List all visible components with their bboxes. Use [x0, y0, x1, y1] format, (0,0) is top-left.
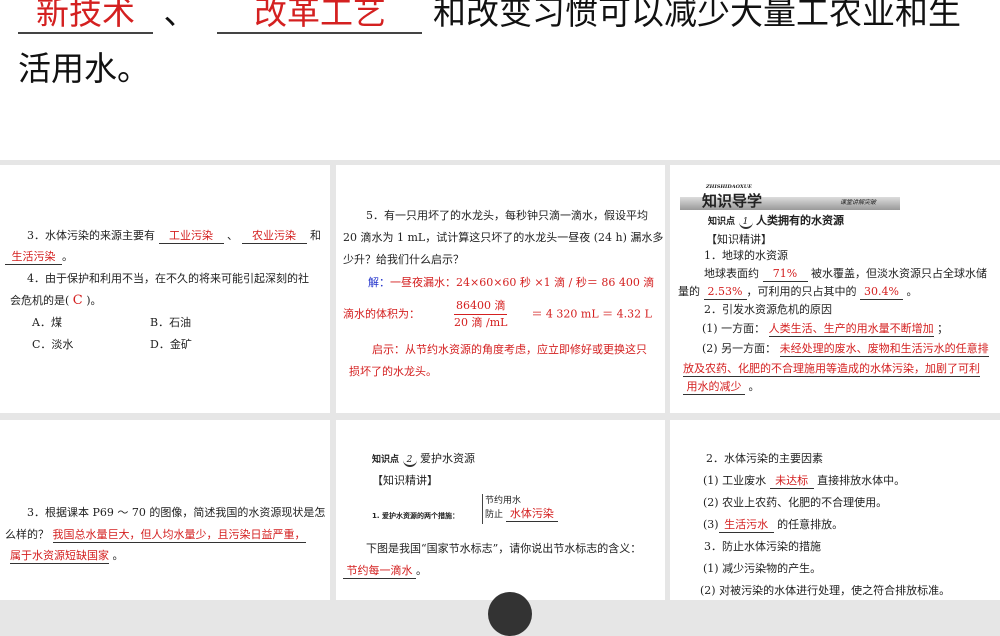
text: )。 — [86, 294, 102, 307]
section-heading: 【知识精讲】 — [372, 474, 438, 487]
text: 3．根据课本 P69 ～ 70 的图像，简述我国的水资源现状是怎 — [27, 506, 326, 519]
text: 。 — [416, 564, 427, 577]
fraction: 86400 滴 20 滴 /mL — [454, 298, 508, 331]
numerator: 86400 滴 — [454, 298, 508, 315]
banner-right-text: 课堂讲解突破 — [840, 199, 877, 206]
measure-1: 节约用水 — [485, 496, 522, 506]
slide-water-pollution: 2．水体污染的主要因素 (1) 工业废水 未达标 直接排放水体中。 (2) 农业… — [670, 420, 1000, 600]
answer-blank: 71% — [762, 267, 808, 282]
text: (2) 另一方面： — [702, 342, 777, 355]
answer-blank: 未经处理的废水、废物和生活污水的任意排 — [779, 342, 989, 357]
top-line-2: 活用水。 — [18, 49, 150, 88]
knowledge-point-title: 爱护水资源 — [420, 452, 476, 465]
slide-question-5: 5．有一只用坏了的水龙头，每秒钟只滴一滴水，假设平均 20 滴水为 1 mL，试… — [336, 165, 665, 413]
knowledge-point-number: 1 — [738, 215, 753, 229]
answer-blank: 水体污染 — [505, 507, 558, 522]
answer-blank: 我国总水量巨大，但人均水量少，且污染日益严重， — [52, 528, 306, 543]
water-saving-logo — [488, 592, 532, 636]
text: 和 — [310, 229, 321, 242]
solution-text: 滴水的体积为： — [343, 307, 420, 321]
text: ，可利用的只占其中的 — [746, 285, 857, 298]
text: 和改变习惯可以减少大量工农业和生 — [432, 0, 961, 32]
knowledge-point-label: 知识点 — [372, 455, 400, 465]
knowledge-point-number: 2 — [402, 453, 417, 467]
text: 会危机的是( — [10, 294, 70, 307]
text: 直接排放水体中。 — [817, 474, 906, 487]
slide-knowledge-2: 知识点 2 爱护水资源 【知识精讲】 1. 爱护水资源的两个措施： 节约用水 防… — [336, 420, 665, 636]
solution-label: 解： — [368, 276, 390, 289]
text: 被水覆盖，但淡水资源只占全球水储 — [811, 267, 987, 280]
answer-blank: 农业污染 — [241, 229, 307, 244]
separator: 、 — [163, 0, 197, 32]
section-banner: ZHISHIDAOXUE 知识导学 课堂讲解突破 — [680, 184, 900, 211]
solution-result: ＝ 4 320 mL ＝ 4.32 L — [531, 307, 652, 321]
answer-blank: 新技术 — [18, 0, 153, 34]
answer-blank: 人类生活、生产的用水量不断增加 — [768, 322, 934, 337]
text: 20 滴水为 1 mL，试计算这只坏了的水龙头一昼夜 (24 h) 漏水多 — [343, 231, 664, 244]
option-c: C．淡水 — [32, 338, 74, 351]
top-slide: 新技术 、 改革工艺 和改变习惯可以减少大量工农业和生 活用水。 — [0, 0, 1000, 160]
answer-blank: 工业污染 — [158, 229, 224, 244]
text: 地球表面约 — [704, 267, 759, 280]
hint-text: 损坏了的水龙头。 — [349, 365, 437, 378]
measure-2-text: 防止 — [485, 510, 504, 520]
knowledge-point-title: 人类拥有的水资源 — [756, 214, 845, 227]
slide-knowledge-1: ZHISHIDAOXUE 知识导学 课堂讲解突破 知识点 1 人类拥有的水资源 … — [670, 165, 1000, 413]
text: (2) 对被污染的水体进行处理，使之符合排放标准。 — [700, 584, 951, 597]
answer-blank: 2.53% — [703, 285, 747, 300]
text: 量的 — [678, 285, 700, 298]
answer-blank: 生活污染 — [5, 250, 62, 265]
text: 。 — [62, 250, 73, 263]
text: 。 — [112, 549, 124, 562]
text: 么样的？ — [5, 528, 49, 541]
text: (1) 一方面： — [702, 322, 766, 335]
text: 、 — [227, 229, 238, 242]
top-line-1: 新技术 、 改革工艺 和改变习惯可以减少大量工农业和生 — [18, 0, 961, 46]
text: 。 — [748, 380, 760, 393]
measures-label: 1. 爱护水资源的两个措施： — [372, 512, 459, 520]
text: 少升？给我们什么启示？ — [343, 253, 464, 266]
answer-blank: 未达标 — [769, 474, 814, 489]
text: 的任意排放。 — [777, 518, 844, 531]
knowledge-point-label: 知识点 — [708, 217, 736, 227]
text: (1) 减少污染物的产生。 — [703, 562, 822, 575]
banner-subtitle: ZHISHIDAOXUE — [706, 184, 752, 190]
banner-title: 知识导学 — [702, 192, 763, 210]
answer-blank: 生活污水 — [718, 518, 774, 533]
text: 4．由于保护和利用不当，在不久的将来可能引起深刻的社 — [27, 272, 309, 285]
answer: C — [72, 293, 83, 308]
slide-question-3-4: 3．水体污染的来源主要有 工业污染 、 农业污染 和 生活污染。 4．由于保护和… — [0, 165, 330, 413]
answer-blank: 放及农药、化肥的不合理施用等造成的水体污染，加剧了可利 — [683, 362, 980, 377]
text: 5．有一只用坏了的水龙头，每秒钟只滴一滴水，假设平均 — [366, 209, 648, 222]
answer-blank: 用水的减少 — [683, 380, 745, 395]
text: 3．水体污染的来源主要有 — [27, 229, 155, 242]
denominator: 20 滴 /mL — [454, 316, 508, 329]
answer-blank: 改革工艺 — [217, 0, 423, 34]
answer-blank: 30.4% — [860, 285, 903, 300]
option-d: D．金矿 — [150, 338, 192, 351]
text: (2) 农业上农药、化肥的不合理使用。 — [703, 496, 888, 509]
hint-text: 启示：从节约水资源的角度考虑，应立即修好或更换这只 — [372, 343, 647, 356]
answer-blank: 属于水资源短缺国家 — [10, 549, 109, 564]
answer-blank: 节约每一滴水 — [343, 564, 416, 579]
option-a: A．煤 — [32, 316, 62, 329]
text: (1) 工业废水 — [703, 474, 767, 487]
text: 。 — [906, 285, 918, 298]
slide-question-3b: 3．根据课本 P69 ～ 70 的图像，简述我国的水资源现状是怎 么样的？ 我国… — [0, 420, 330, 600]
heading: 2．水体污染的主要因素 — [706, 452, 823, 465]
solution-text: 一昼夜漏水：24×60×60 秒 ×1 滴 / 秒＝ 86 400 滴 — [390, 276, 655, 289]
measures-brace: 节约用水 防止 水体污染 — [482, 494, 558, 524]
text: 下图是我国“国家节水标志”，请你说出节水标志的含义： — [366, 542, 642, 555]
text: (3) — [703, 518, 719, 531]
heading: 3．防止水体污染的措施 — [704, 540, 821, 553]
text: ； — [937, 322, 949, 335]
option-b: B．石油 — [150, 316, 192, 329]
